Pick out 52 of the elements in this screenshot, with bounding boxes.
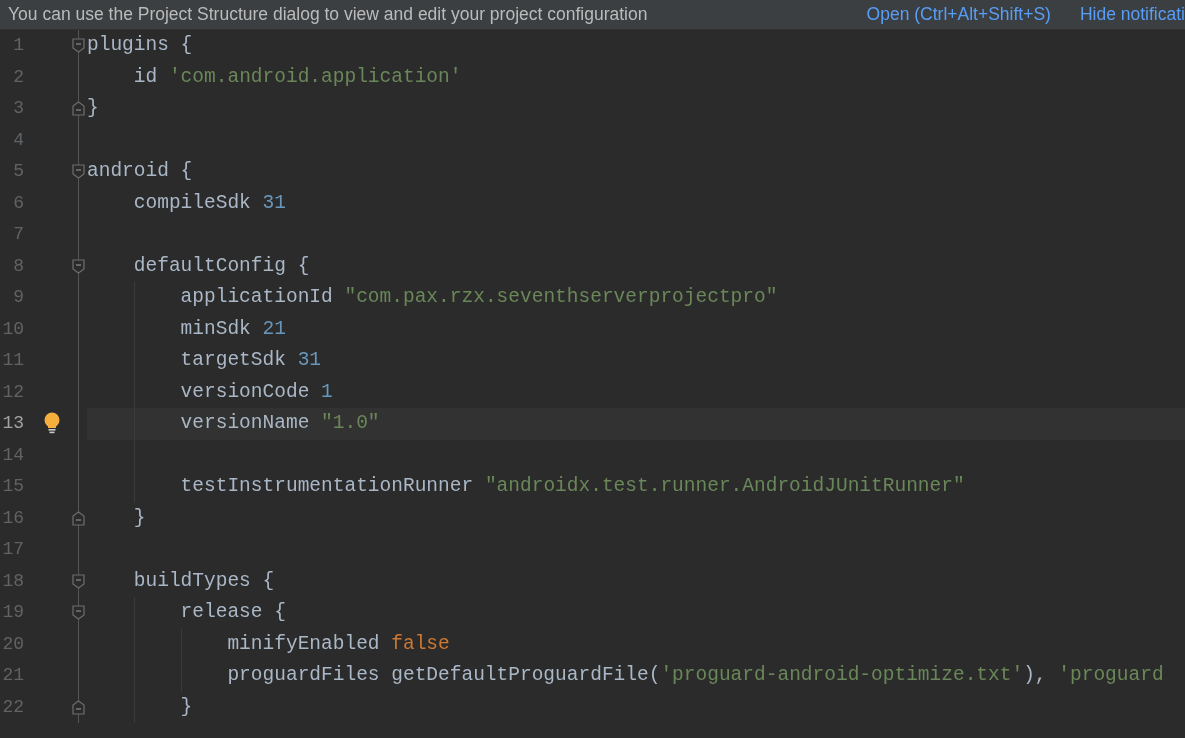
- line-number: 12: [1, 380, 24, 404]
- notification-link[interactable]: Open (Ctrl+Alt+Shift+S): [866, 1, 1051, 28]
- line-number: 21: [1, 664, 24, 688]
- code-line: proguardFiles getDefaultProguardFile('proguard-android-optimize.txt'), 'proguard: [226, 663, 1164, 689]
- line-number: 7: [12, 223, 24, 247]
- code-line: android {: [87, 159, 193, 185]
- line-number: 22: [1, 695, 24, 719]
- code-line: testInstrumentationRunner "androidx.test.runner.AndroidJUnitRunner": [179, 474, 965, 500]
- fold-icon[interactable]: [72, 164, 85, 179]
- line-number: 19: [1, 601, 24, 625]
- line-number: 2: [12, 65, 24, 89]
- line-number: 9: [12, 286, 24, 310]
- line-number: 15: [1, 475, 24, 499]
- code-line: minifyEnabled false: [226, 631, 450, 657]
- notification-message: You can use the Project Structure dialog to view and edit your project configuration: [8, 3, 648, 27]
- code-line: minSdk 21: [179, 316, 286, 342]
- fold-icon[interactable]: [72, 510, 85, 526]
- line-number: 14: [1, 443, 24, 467]
- line-number: 4: [12, 128, 24, 152]
- line-number: 18: [1, 569, 24, 593]
- fold-icon[interactable]: [72, 258, 85, 274]
- line-number: 11: [1, 349, 24, 373]
- line-number: 17: [1, 538, 24, 562]
- fold-icon[interactable]: [72, 573, 85, 589]
- notification-link[interactable]: Hide notificati: [1079, 1, 1185, 28]
- code-line: versionName "1.0": [179, 411, 380, 437]
- line-number: 6: [12, 191, 24, 215]
- line-number: 1: [12, 34, 24, 58]
- code-line: applicationId "com.pax.rzx.seventhserverprojectpro": [179, 285, 778, 311]
- fold-icon[interactable]: [72, 699, 85, 715]
- code-line: release {: [179, 600, 286, 626]
- code-line: defaultConfig {: [132, 253, 310, 279]
- fold-icon[interactable]: [72, 101, 85, 116]
- line-number: 13: [1, 412, 24, 436]
- fold-icon[interactable]: [72, 605, 85, 620]
- code-line: }: [87, 96, 99, 122]
- code-line: compileSdk 31: [132, 190, 286, 216]
- line-number: 8: [12, 254, 24, 278]
- code-line: versionCode 1: [179, 379, 333, 405]
- line-number: 5: [12, 160, 24, 184]
- line-number: 3: [12, 97, 24, 121]
- fold-icon[interactable]: [72, 38, 85, 53]
- code-line: targetSdk 31: [179, 348, 322, 374]
- line-number: 16: [1, 506, 24, 530]
- code-line: buildTypes {: [132, 568, 275, 594]
- code-line: plugins {: [87, 33, 193, 59]
- code-line: id 'com.android.application': [132, 64, 462, 90]
- line-number: 10: [1, 317, 24, 341]
- code-line: }: [132, 505, 146, 531]
- code-line: }: [179, 694, 193, 720]
- line-number: 20: [1, 632, 24, 656]
- lightbulb-icon[interactable]: [43, 412, 61, 434]
